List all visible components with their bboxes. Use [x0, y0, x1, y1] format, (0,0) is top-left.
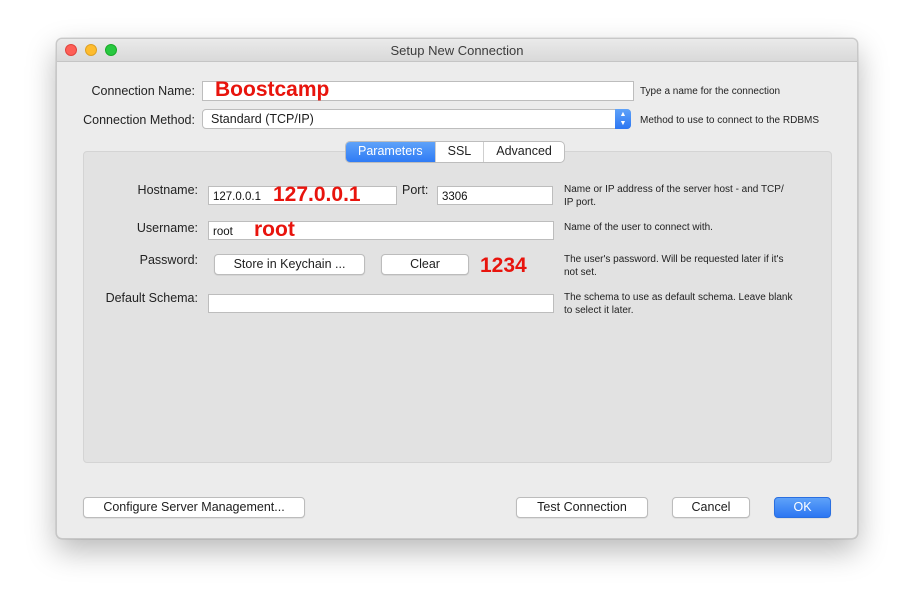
connection-method-hint: Method to use to connect to the RDBMS — [640, 115, 819, 126]
hostname-hint-line1: Name or IP address of the server host - … — [564, 184, 784, 195]
hostname-annotation: 127.0.0.1 — [273, 183, 361, 206]
hostname-hint: Name or IP address of the server host - … — [564, 183, 784, 209]
tab-ssl[interactable]: SSL — [436, 142, 485, 162]
ok-button[interactable]: OK — [774, 497, 831, 518]
username-label: Username: — [136, 221, 198, 235]
setup-connection-dialog: Setup New Connection Connection Name: Bo… — [56, 38, 858, 539]
window-title: Setup New Connection — [390, 43, 524, 58]
password-hint-line2: not set. — [564, 267, 597, 278]
test-connection-button[interactable]: Test Connection — [516, 497, 648, 518]
store-in-keychain-button[interactable]: Store in Keychain ... — [214, 254, 365, 275]
connection-method-label: Connection Method: — [83, 113, 195, 127]
hostname-label: Hostname: — [137, 183, 198, 197]
password-hint: The user's password. Will be requested l… — [564, 253, 783, 279]
chevron-updown-icon: ▲ ▼ — [615, 109, 631, 129]
clear-password-button[interactable]: Clear — [381, 254, 469, 275]
title-bar: Setup New Connection — [57, 39, 857, 62]
default-schema-hint-line2: to select it later. — [564, 305, 634, 316]
tab-parameters[interactable]: Parameters — [346, 142, 436, 162]
default-schema-input[interactable] — [208, 294, 554, 313]
port-label: Port: — [402, 183, 429, 197]
connection-name-hint: Type a name for the connection — [640, 86, 781, 97]
cancel-button[interactable]: Cancel — [672, 497, 750, 518]
password-label: Password: — [139, 253, 198, 267]
username-annotation: root — [254, 218, 295, 241]
username-hint: Name of the user to connect with. — [564, 222, 713, 233]
connection-method-select[interactable]: Standard (TCP/IP) ▲ ▼ — [202, 109, 631, 129]
configure-server-management-button[interactable]: Configure Server Management... — [83, 497, 305, 518]
default-schema-hint: The schema to use as default schema. Lea… — [564, 291, 792, 317]
port-input[interactable]: 3306 — [437, 186, 553, 205]
default-schema-label: Default Schema: — [105, 291, 198, 305]
password-annotation: 1234 — [480, 254, 527, 277]
connection-method-value: Standard (TCP/IP) — [211, 112, 314, 126]
hostname-hint-line2: IP port. — [564, 197, 597, 208]
default-schema-hint-line1: The schema to use as default schema. Lea… — [564, 292, 793, 303]
connection-name-label: Connection Name: — [91, 84, 195, 98]
connection-name-annotation: Boostcamp — [215, 78, 330, 101]
tab-bar: Parameters SSL Advanced — [345, 141, 565, 163]
password-hint-line1: The user's password. Will be requested l… — [564, 254, 784, 265]
tab-advanced[interactable]: Advanced — [484, 142, 564, 162]
